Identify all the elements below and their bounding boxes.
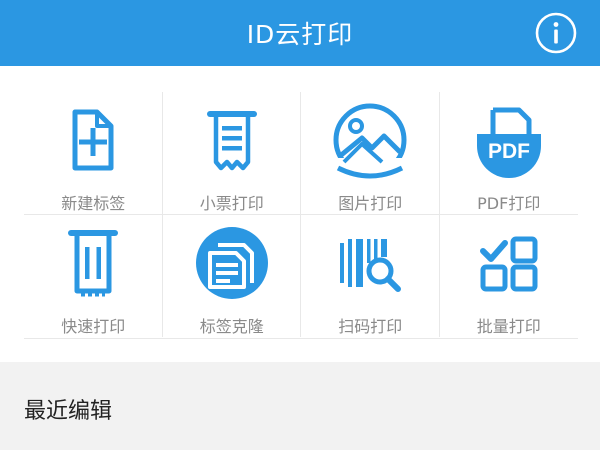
quick-print-icon (68, 229, 119, 296)
tile-label: 批量打印 (476, 316, 541, 336)
tile-receipt-print[interactable]: 小票打印 (163, 92, 302, 215)
clone-icon (195, 226, 268, 299)
grid-divider (24, 214, 578, 215)
tile-label: 图片打印 (338, 194, 403, 213)
pdf-icon-text: PDF (488, 140, 530, 163)
tile-label: 扫码打印 (338, 316, 403, 336)
tile-label: 新建标签 (61, 194, 126, 213)
tile-label: 快速打印 (61, 316, 126, 336)
receipt-icon (206, 111, 257, 171)
scan-icon (340, 238, 402, 292)
image-icon (328, 103, 413, 182)
tile-pdf-print[interactable]: PDF PDF打印 (440, 92, 579, 215)
tile-label-clone[interactable]: 标签克隆 (163, 214, 302, 338)
recent-edits-title: 最近编辑 (24, 399, 113, 424)
new-label-icon (72, 109, 114, 171)
tile-quick-print[interactable]: 快速打印 (24, 214, 163, 338)
tile-batch-print[interactable]: 批量打印 (440, 215, 579, 338)
tile-scan-print[interactable]: 扫码打印 (301, 214, 440, 338)
tile-new-label[interactable]: 新建标签 (24, 92, 163, 215)
tile-label: 小票打印 (199, 194, 264, 213)
app-title: ID云打印 (246, 20, 354, 49)
tile-image-print[interactable]: 图片打印 (301, 92, 440, 215)
app-header: ID云打印 (0, 0, 600, 66)
tile-label: PDF打印 (477, 194, 541, 213)
tile-label: 标签克隆 (199, 316, 264, 336)
info-icon[interactable] (534, 11, 578, 55)
batch-icon (479, 236, 538, 291)
pdf-icon: PDF (476, 107, 541, 178)
grid-divider (24, 338, 578, 339)
